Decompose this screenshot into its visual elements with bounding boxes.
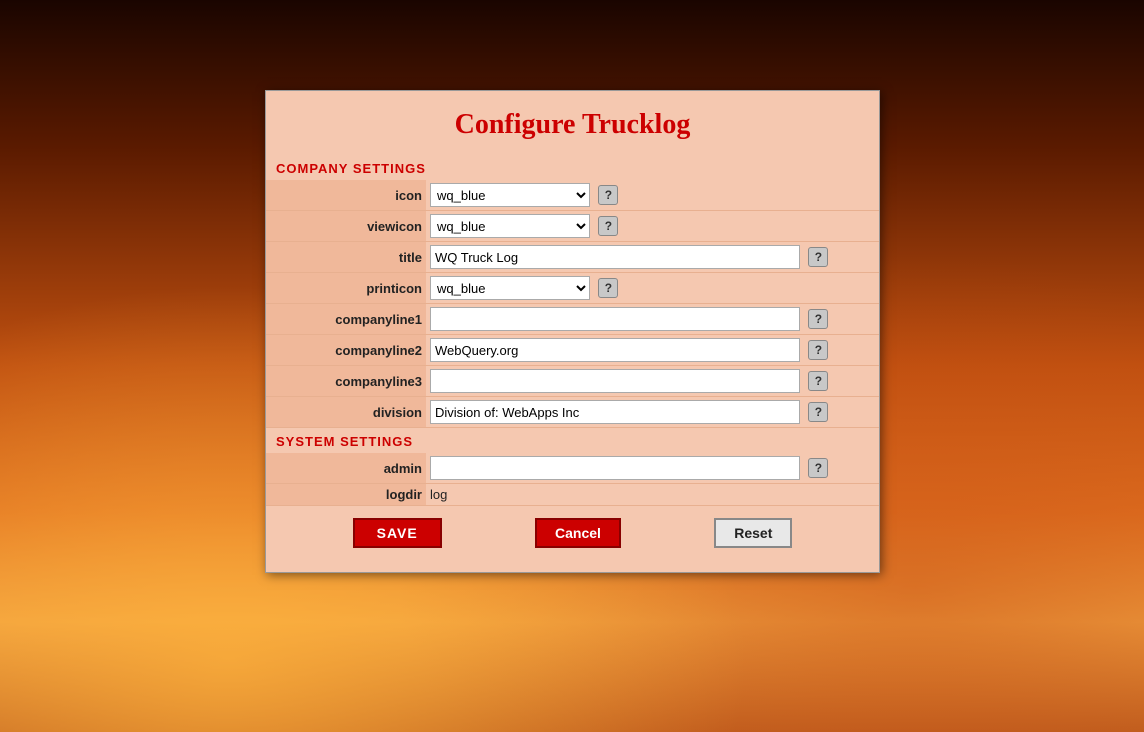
scroll-area[interactable]: COMPANY SETTINGS icon wq_blue wq_red wq_…: [266, 155, 879, 506]
printicon-select[interactable]: wq_blue wq_red wq_green: [430, 276, 590, 300]
admin-cell: ?: [426, 453, 879, 484]
companyline1-help-button[interactable]: ?: [808, 309, 828, 329]
admin-input[interactable]: [430, 456, 800, 480]
table-row: logdir log: [266, 484, 879, 506]
table-row: companyline1 ?: [266, 304, 879, 335]
division-label: division: [266, 397, 426, 428]
viewicon-select[interactable]: wq_blue wq_red wq_green: [430, 214, 590, 238]
system-form-table: admin ? logdir log: [266, 453, 879, 506]
admin-label: admin: [266, 453, 426, 484]
companyline1-cell: ?: [426, 304, 879, 335]
companyline2-input[interactable]: [430, 338, 800, 362]
configure-dialog: Configure Trucklog COMPANY SETTINGS icon…: [265, 90, 880, 573]
buttons-row: SAVE Cancel Reset: [266, 506, 879, 562]
table-row: admin ?: [266, 453, 879, 484]
save-button[interactable]: SAVE: [353, 518, 442, 548]
companyline2-label: companyline2: [266, 335, 426, 366]
admin-help-button[interactable]: ?: [808, 458, 828, 478]
logdir-label: logdir: [266, 484, 426, 506]
viewicon-cell: wq_blue wq_red wq_green ?: [426, 211, 879, 242]
icon-help-button[interactable]: ?: [598, 185, 618, 205]
title-input[interactable]: [430, 245, 800, 269]
title-help-button[interactable]: ?: [808, 247, 828, 267]
printicon-label: printicon: [266, 273, 426, 304]
companyline1-input[interactable]: [430, 307, 800, 331]
companyline3-help-button[interactable]: ?: [808, 371, 828, 391]
division-help-button[interactable]: ?: [808, 402, 828, 422]
table-row: printicon wq_blue wq_red wq_green ?: [266, 273, 879, 304]
table-row: title ?: [266, 242, 879, 273]
division-input[interactable]: [430, 400, 800, 424]
cancel-button[interactable]: Cancel: [535, 518, 621, 548]
title-label: title: [266, 242, 426, 273]
reset-button[interactable]: Reset: [714, 518, 792, 548]
table-row: companyline2 ?: [266, 335, 879, 366]
title-cell: ?: [426, 242, 879, 273]
company-settings-header: COMPANY SETTINGS: [266, 155, 879, 180]
companyline3-label: companyline3: [266, 366, 426, 397]
logdir-value: log: [426, 484, 879, 506]
companyline2-help-button[interactable]: ?: [808, 340, 828, 360]
icon-select[interactable]: wq_blue wq_red wq_green: [430, 183, 590, 207]
form-table: icon wq_blue wq_red wq_green ? viewicon: [266, 180, 879, 428]
division-cell: ?: [426, 397, 879, 428]
viewicon-label: viewicon: [266, 211, 426, 242]
dialog-body: COMPANY SETTINGS icon wq_blue wq_red wq_…: [266, 155, 879, 572]
system-settings-header: SYSTEM SETTINGS: [266, 428, 879, 453]
table-row: companyline3 ?: [266, 366, 879, 397]
dialog-title: Configure Trucklog: [266, 91, 879, 155]
table-row: division ?: [266, 397, 879, 428]
table-row: icon wq_blue wq_red wq_green ?: [266, 180, 879, 211]
printicon-help-button[interactable]: ?: [598, 278, 618, 298]
companyline3-input[interactable]: [430, 369, 800, 393]
icon-cell: wq_blue wq_red wq_green ?: [426, 180, 879, 211]
companyline3-cell: ?: [426, 366, 879, 397]
viewicon-help-button[interactable]: ?: [598, 216, 618, 236]
companyline1-label: companyline1: [266, 304, 426, 335]
printicon-cell: wq_blue wq_red wq_green ?: [426, 273, 879, 304]
companyline2-cell: ?: [426, 335, 879, 366]
table-row: viewicon wq_blue wq_red wq_green ?: [266, 211, 879, 242]
icon-label: icon: [266, 180, 426, 211]
